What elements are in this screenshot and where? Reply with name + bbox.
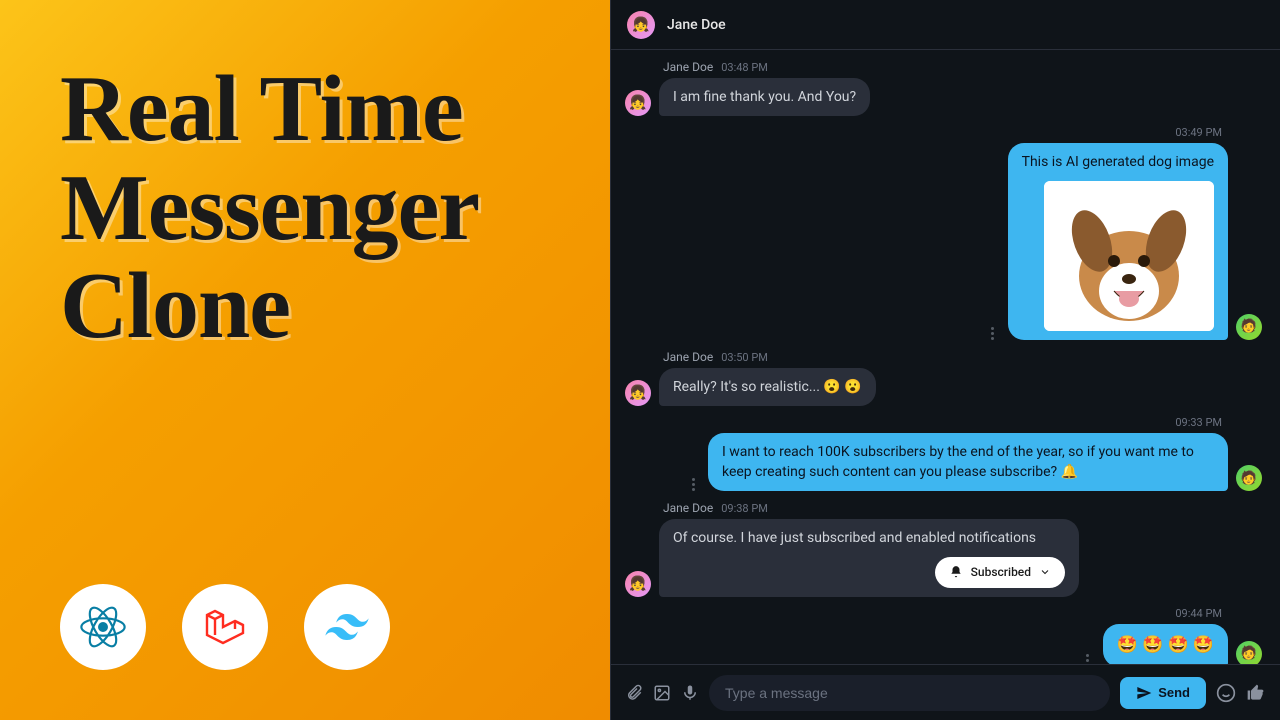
avatar[interactable]: 🧑 — [1236, 641, 1262, 664]
message-time: 09:38 PM — [721, 502, 768, 515]
microphone-icon[interactable] — [681, 684, 699, 702]
message: 03:49 PM This is AI generated dog image — [625, 126, 1262, 339]
message-input[interactable] — [709, 675, 1110, 711]
message-author: Jane Doe — [663, 350, 713, 364]
tailwind-icon — [304, 584, 390, 670]
chat-header: 👧 Jane Doe — [611, 0, 1280, 50]
message-bubble: This is AI generated dog image — [1008, 143, 1228, 339]
message-time: 03:50 PM — [721, 351, 768, 364]
message-text: Of course. I have just subscribed and en… — [673, 528, 1065, 548]
message-row: 👧 Of course. I have just subscribed and … — [625, 519, 1262, 597]
send-button[interactable]: Send — [1120, 677, 1206, 709]
attachment-icon[interactable] — [625, 684, 643, 702]
message-bubble: Of course. I have just subscribed and en… — [659, 519, 1079, 597]
message-author: Jane Doe — [663, 60, 713, 74]
laravel-icon — [182, 584, 268, 670]
message-row: This is AI generated dog image — [625, 143, 1262, 339]
attached-image[interactable] — [1044, 181, 1214, 331]
send-icon — [1136, 685, 1152, 701]
message-bubble: I want to reach 100K subscribers by the … — [708, 433, 1228, 492]
thumbs-up-icon[interactable] — [1246, 683, 1266, 703]
more-options-icon[interactable] — [1081, 654, 1095, 664]
message-time: 03:48 PM — [721, 61, 768, 74]
image-icon[interactable] — [653, 684, 671, 702]
message-meta: 09:44 PM — [625, 607, 1222, 620]
message-meta: 03:49 PM — [625, 126, 1222, 139]
composer: Send — [611, 664, 1280, 720]
send-label: Send — [1158, 685, 1190, 700]
message: 09:33 PM I want to reach 100K subscriber… — [625, 416, 1262, 492]
message-row: 👧 Really? It's so realistic... 😮 😮 — [625, 368, 1262, 406]
message: Jane Doe 09:38 PM 👧 Of course. I have ju… — [625, 501, 1262, 597]
message-row: 👧 I am fine thank you. And You? — [625, 78, 1262, 116]
message-author: Jane Doe — [663, 501, 713, 515]
message-meta: 09:33 PM — [625, 416, 1222, 429]
message-time: 03:49 PM — [1175, 126, 1222, 139]
message-meta: Jane Doe 03:50 PM — [663, 350, 1262, 364]
avatar[interactable]: 🧑 — [1236, 314, 1262, 340]
react-icon — [60, 584, 146, 670]
message-text: This is AI generated dog image — [1022, 152, 1214, 172]
hero-panel: Real Time Messenger Clone — [0, 0, 610, 720]
message: Jane Doe 03:48 PM 👧 I am fine thank you.… — [625, 60, 1262, 116]
avatar[interactable]: 🧑 — [1236, 465, 1262, 491]
message-bubble: 🤩 🤩 🤩 🤩 — [1103, 624, 1228, 664]
chevron-down-icon — [1039, 566, 1051, 578]
avatar[interactable]: 👧 — [625, 90, 651, 116]
more-options-icon[interactable] — [686, 478, 700, 491]
message-time: 09:44 PM — [1175, 607, 1222, 620]
avatar[interactable]: 👧 — [627, 11, 655, 39]
message-meta: Jane Doe 09:38 PM — [663, 501, 1262, 515]
bell-icon — [949, 565, 963, 579]
subscribed-button[interactable]: Subscribed — [935, 557, 1065, 588]
message-meta: Jane Doe 03:48 PM — [663, 60, 1262, 74]
message: Jane Doe 03:50 PM 👧 Really? It's so real… — [625, 350, 1262, 406]
hero-title: Real Time Messenger Clone — [60, 60, 570, 356]
avatar[interactable]: 👧 — [625, 380, 651, 406]
subscribed-label: Subscribed — [971, 564, 1031, 581]
message-row: I want to reach 100K subscribers by the … — [625, 433, 1262, 492]
more-options-icon[interactable] — [986, 327, 1000, 340]
message-time: 09:33 PM — [1175, 416, 1222, 429]
avatar[interactable]: 👧 — [625, 571, 651, 597]
tech-logos — [60, 584, 390, 670]
message-bubble: Really? It's so realistic... 😮 😮 — [659, 368, 876, 406]
message-bubble: I am fine thank you. And You? — [659, 78, 870, 116]
emoji-icon[interactable] — [1216, 683, 1236, 703]
messages-list[interactable]: Jane Doe 03:48 PM 👧 I am fine thank you.… — [611, 50, 1280, 664]
chat-app: 👧 Jane Doe Jane Doe 03:48 PM 👧 I am fine… — [610, 0, 1280, 720]
chat-header-name: Jane Doe — [667, 17, 726, 33]
message-row: 🤩 🤩 🤩 🤩 🧑 — [625, 624, 1262, 664]
message: 09:44 PM 🤩 🤩 🤩 🤩 🧑 — [625, 607, 1262, 664]
